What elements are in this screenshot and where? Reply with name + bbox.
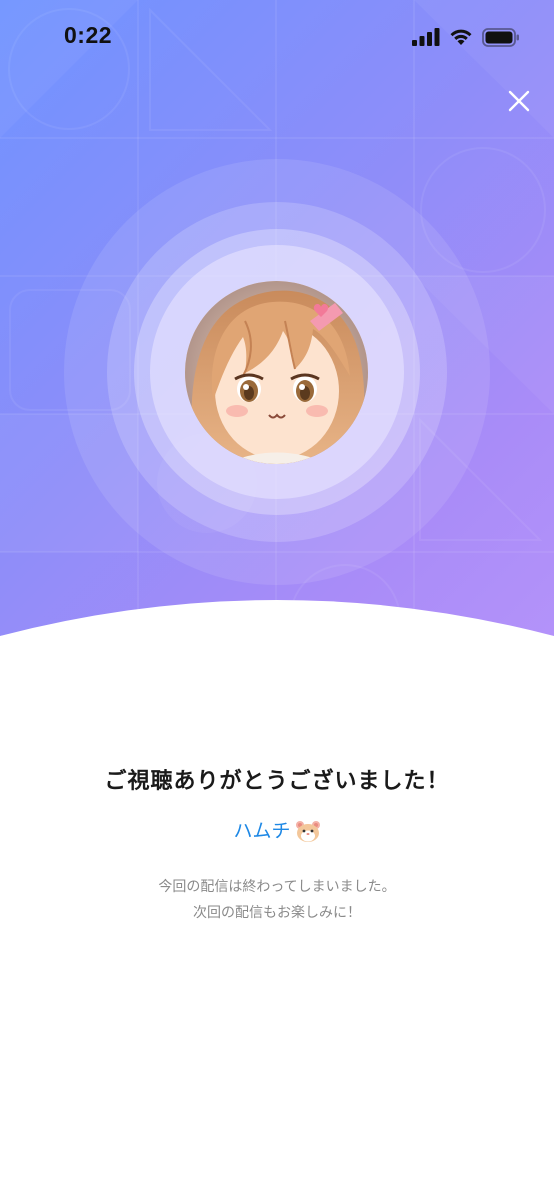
message-line-1: 今回の配信は終わってしまいました。 bbox=[158, 879, 396, 895]
close-icon bbox=[508, 90, 530, 112]
battery-icon bbox=[482, 27, 519, 47]
thanks-title: ご視聴ありがとうございました！ bbox=[104, 769, 450, 794]
streamer-name: ハムチ bbox=[233, 820, 291, 842]
wifi-icon bbox=[450, 29, 472, 45]
close-button[interactable] bbox=[504, 86, 534, 116]
cellular-signal-icon bbox=[412, 28, 440, 46]
hamster-face-icon bbox=[295, 821, 320, 842]
end-message: 今回の配信は終わってしまいました。 次回の配信もお楽しみに！ bbox=[0, 874, 554, 926]
avatar-illustration bbox=[185, 281, 368, 464]
status-time: 0:22 bbox=[64, 22, 113, 48]
status-icons bbox=[412, 24, 520, 50]
streamer-avatar bbox=[185, 281, 368, 464]
live-ended-screen: 0:22 ご視聴ありがとうございました！ ハムチ 今回の配信は終わってしまいまし… bbox=[0, 0, 554, 1200]
streamer-name-link[interactable]: ハムチ bbox=[233, 814, 320, 848]
message-line-2: 次回の配信もお楽しみに！ bbox=[193, 905, 361, 921]
status-bar: 0:22 bbox=[0, 0, 554, 74]
end-message-block: ご視聴ありがとうございました！ ハムチ 今回の配信は終わってしまいました。 次回… bbox=[0, 760, 554, 926]
